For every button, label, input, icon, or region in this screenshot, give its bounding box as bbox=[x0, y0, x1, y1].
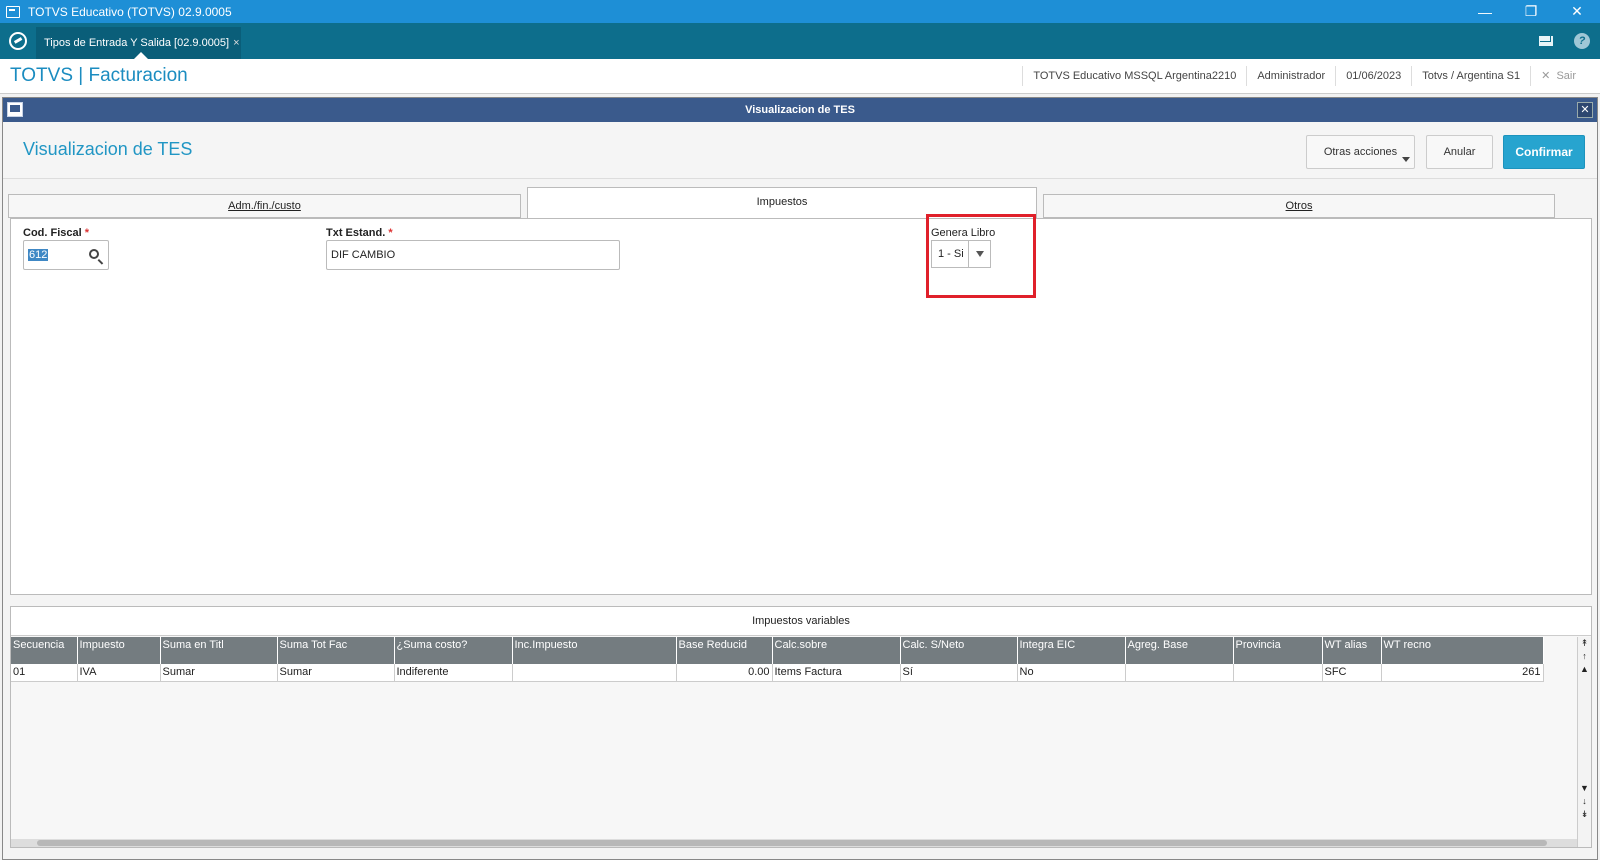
impuestos-panel: Cod. Fiscal * 612 Txt Estand. * DIF CAMB… bbox=[10, 218, 1592, 595]
column-header[interactable]: WT recno bbox=[1381, 637, 1544, 664]
column-header[interactable]: Provincia bbox=[1233, 637, 1323, 664]
dialog-icon bbox=[7, 102, 23, 117]
scroll-down-icon[interactable]: ▼ bbox=[1578, 782, 1591, 795]
minimize-button[interactable]: — bbox=[1462, 0, 1508, 23]
table-cell[interactable]: Sumar bbox=[277, 664, 395, 682]
tab-adm-fin-custo[interactable]: Adm./fin./custo bbox=[8, 194, 521, 218]
totvs-logo-icon[interactable] bbox=[9, 32, 27, 50]
table-cell[interactable]: Sí bbox=[900, 664, 1018, 682]
exit-button[interactable]: ✕ Sair bbox=[1530, 66, 1600, 86]
page-title: Visualizacion de TES bbox=[23, 139, 193, 159]
tab-close-icon[interactable]: × bbox=[233, 37, 239, 49]
table-cell[interactable]: 0.00 bbox=[676, 664, 773, 682]
window-titlebar: TOTVS Educativo (TOTVS) 02.9.0005 — ❐ ✕ bbox=[0, 0, 1600, 23]
company-label: Totvs / Argentina S1 bbox=[1411, 66, 1530, 86]
window-title: TOTVS Educativo (TOTVS) 02.9.0005 bbox=[28, 4, 232, 19]
mail-button[interactable] bbox=[1528, 23, 1564, 59]
table-cell[interactable]: 261 bbox=[1381, 664, 1544, 682]
form-tabs: Adm./fin./custo Impuestos Otros bbox=[3, 182, 1599, 222]
tab-bar: Tipos de Entrada Y Salida [02.9.0005] × … bbox=[0, 23, 1600, 59]
dialog-toolbar: Visualizacion de TES Otras acciones Anul… bbox=[3, 122, 1597, 179]
grid-table: Secuencia Impuesto Suma en Titl Suma Tot… bbox=[11, 637, 1544, 682]
impuestos-variables-grid: Impuestos variables Secuencia Impuesto S… bbox=[10, 606, 1592, 848]
scroll-up-icon[interactable]: ▲ bbox=[1578, 663, 1591, 676]
dialog-titlebar: Visualizacion de TES ✕ bbox=[3, 98, 1597, 122]
column-header[interactable]: Secuencia bbox=[11, 637, 78, 664]
close-window-button[interactable]: ✕ bbox=[1554, 0, 1600, 23]
exit-icon: ✕ bbox=[1541, 70, 1551, 82]
column-header[interactable]: Suma Tot Fac bbox=[277, 637, 395, 664]
table-cell[interactable] bbox=[1125, 664, 1234, 682]
restore-button[interactable]: ❐ bbox=[1508, 0, 1554, 23]
scrollbar-thumb[interactable] bbox=[37, 840, 1547, 846]
table-cell[interactable]: IVA bbox=[77, 664, 161, 682]
grid-horizontal-scrollbar[interactable] bbox=[11, 839, 1577, 847]
tab-otros[interactable]: Otros bbox=[1043, 194, 1555, 218]
tab-label: Tipos de Entrada Y Salida [02.9.0005] bbox=[44, 37, 230, 49]
app-header: TOTVS | Facturacion TOTVS Educativo MSSQ… bbox=[0, 59, 1600, 94]
txt-estand-value: DIF CAMBIO bbox=[331, 249, 396, 261]
table-row[interactable]: 01 IVA Sumar Sumar Indiferente 0.00 Item… bbox=[11, 664, 1544, 682]
column-header[interactable]: Impuesto bbox=[77, 637, 161, 664]
column-header[interactable]: Base Reducid bbox=[676, 637, 773, 664]
otras-acciones-label: Otras acciones bbox=[1323, 146, 1398, 158]
column-header[interactable]: Suma en Titl bbox=[160, 637, 278, 664]
table-cell[interactable] bbox=[1233, 664, 1323, 682]
table-cell[interactable]: Items Factura bbox=[772, 664, 901, 682]
column-header[interactable]: Calc.sobre bbox=[772, 637, 901, 664]
txt-estand-field[interactable]: DIF CAMBIO bbox=[326, 240, 620, 270]
confirmar-button[interactable]: Confirmar bbox=[1503, 135, 1585, 169]
column-header[interactable]: ¿Suma costo? bbox=[394, 637, 513, 664]
cod-fiscal-label: Cod. Fiscal * bbox=[23, 227, 90, 239]
grid-title: Impuestos variables bbox=[11, 607, 1591, 636]
highlight-box bbox=[926, 214, 1036, 298]
dialog-title: Visualizacion de TES bbox=[745, 104, 855, 116]
scroll-page-up-icon[interactable]: ↑ bbox=[1578, 650, 1591, 663]
column-header[interactable]: Integra EIC bbox=[1017, 637, 1126, 664]
table-cell[interactable]: No bbox=[1017, 664, 1126, 682]
exit-label: Sair bbox=[1556, 70, 1576, 82]
table-cell[interactable]: SFC bbox=[1322, 664, 1382, 682]
app-window-icon bbox=[6, 5, 20, 18]
app-title: TOTVS | Facturacion bbox=[10, 65, 188, 86]
help-button[interactable]: ? bbox=[1564, 23, 1600, 59]
txt-estand-label: Txt Estand. * bbox=[326, 227, 393, 239]
date-label: 01/06/2023 bbox=[1335, 66, 1411, 86]
cod-fiscal-value: 612 bbox=[28, 249, 49, 261]
chevron-down-icon bbox=[1402, 157, 1410, 162]
column-header[interactable]: Inc.Impuesto bbox=[512, 637, 677, 664]
environment-label: TOTVS Educativo MSSQL Argentina2210 bbox=[1022, 66, 1246, 86]
dialog-visualizacion-tes: Visualizacion de TES ✕ Visualizacion de … bbox=[2, 97, 1598, 860]
tab-tipos-entrada-salida[interactable]: Tipos de Entrada Y Salida [02.9.0005] × bbox=[36, 27, 241, 59]
scroll-bottom-icon[interactable]: ↡ bbox=[1578, 808, 1591, 821]
user-label: Administrador bbox=[1246, 66, 1335, 86]
grid-vertical-scrollbar[interactable]: ↟ ↑ ▲ ▼ ↓ ↡ bbox=[1577, 637, 1591, 847]
table-cell[interactable]: 01 bbox=[11, 664, 78, 682]
scroll-top-icon[interactable]: ↟ bbox=[1578, 637, 1591, 650]
table-cell[interactable] bbox=[512, 664, 677, 682]
table-cell[interactable]: Sumar bbox=[160, 664, 278, 682]
active-tab-caret-icon bbox=[134, 52, 148, 59]
column-header[interactable]: Agreg. Base bbox=[1125, 637, 1234, 664]
grid-header-row: Secuencia Impuesto Suma en Titl Suma Tot… bbox=[11, 637, 1544, 664]
cod-fiscal-field[interactable]: 612 bbox=[23, 240, 109, 270]
column-header[interactable]: WT alias bbox=[1322, 637, 1382, 664]
search-icon[interactable] bbox=[89, 249, 99, 259]
mail-icon bbox=[1539, 36, 1553, 46]
otras-acciones-button[interactable]: Otras acciones bbox=[1306, 135, 1415, 169]
column-header[interactable]: Calc. S/Neto bbox=[900, 637, 1018, 664]
help-icon: ? bbox=[1574, 33, 1590, 49]
table-cell[interactable]: Indiferente bbox=[394, 664, 513, 682]
scroll-page-down-icon[interactable]: ↓ bbox=[1578, 795, 1591, 808]
anular-button[interactable]: Anular bbox=[1426, 135, 1493, 169]
dialog-close-button[interactable]: ✕ bbox=[1577, 102, 1593, 118]
